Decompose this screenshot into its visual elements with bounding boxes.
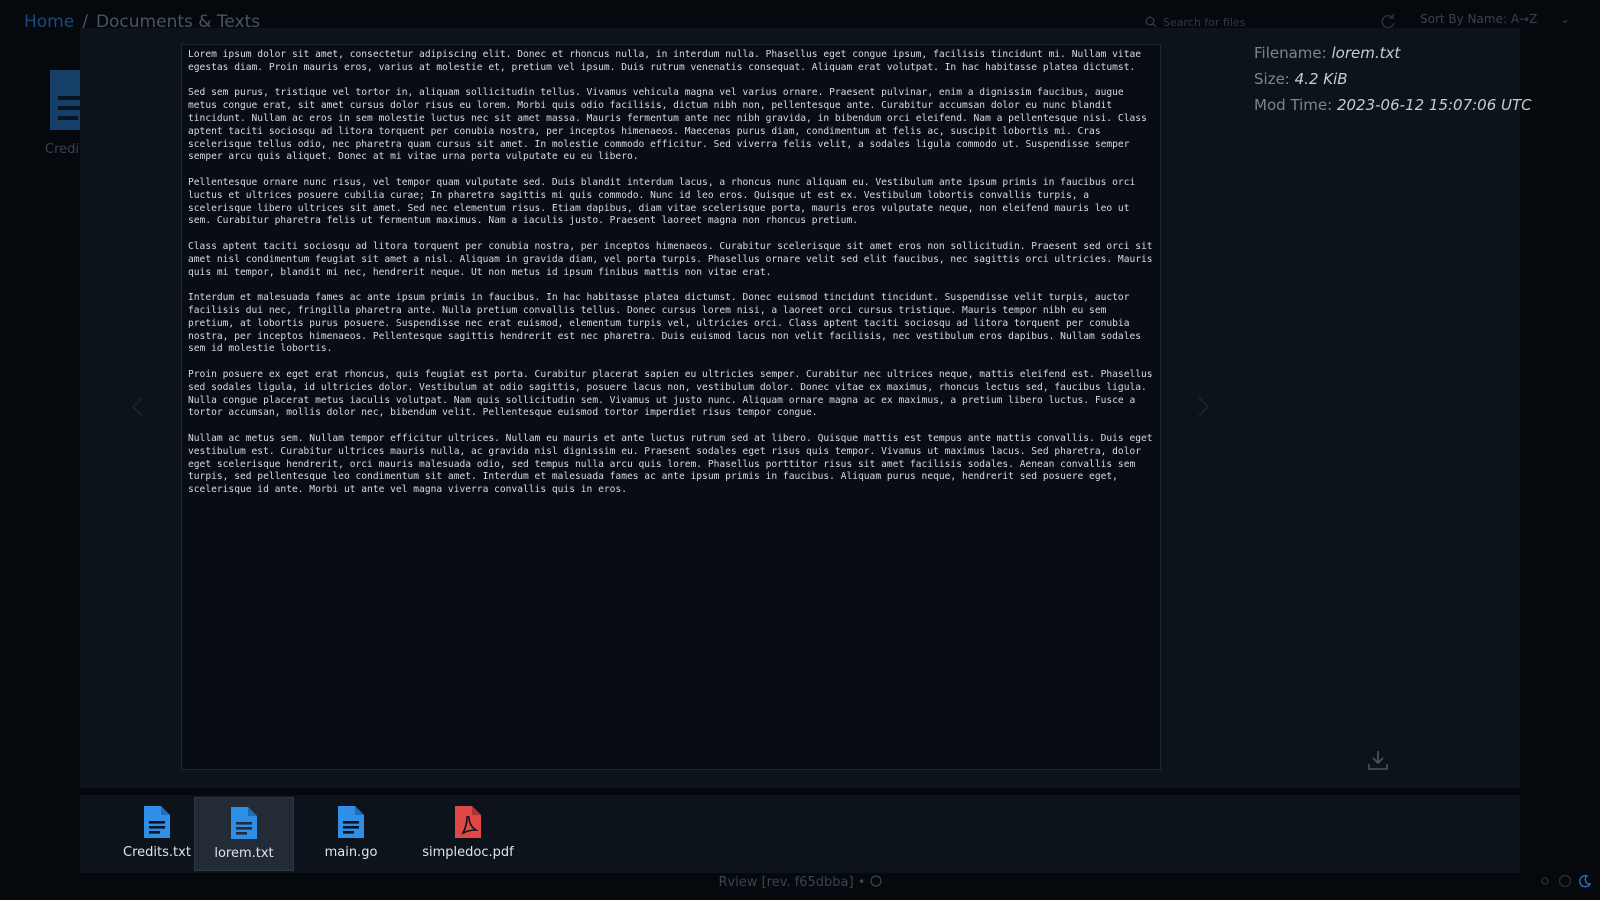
breadcrumb-home-link[interactable]: Home (24, 12, 74, 32)
pdf-file-icon (455, 806, 481, 838)
thumbnail-label: Credits.txt (123, 845, 191, 860)
paragraph: Pellentesque ornare nunc risus, vel temp… (188, 176, 1142, 227)
thumbnail-item[interactable]: Credits.txt (107, 797, 207, 871)
thumbnail-item[interactable]: simpledoc.pdf (408, 797, 528, 871)
modtime-row: Mod Time: 2023-06-12 15:07:06 UTC (1254, 96, 1532, 114)
paragraph: Nullam ac metus sem. Nullam tempor effic… (188, 432, 1159, 496)
modtime-value: 2023-06-12 15:07:06 UTC (1336, 96, 1532, 114)
filename-label: Filename: (1254, 44, 1327, 62)
paragraph: Class aptent taciti sociosqu ad litora t… (188, 240, 1159, 278)
thumbnail-label: main.go (324, 845, 378, 860)
text-viewer[interactable]: Lorem ipsum dolor sit amet, consectetur … (181, 44, 1161, 770)
github-icon[interactable] (869, 875, 882, 887)
thumbnail-item-active[interactable]: lorem.txt (194, 797, 294, 871)
theme-switcher (1538, 874, 1592, 888)
paragraph: Proin posuere ex eget erat rhoncus, quis… (188, 368, 1159, 419)
download-icon[interactable] (1366, 748, 1390, 772)
thumbnail-label: lorem.txt (214, 846, 274, 861)
modtime-label: Mod Time: (1254, 96, 1333, 114)
search-input[interactable] (1163, 15, 1343, 29)
text-content: Lorem ipsum dolor sit amet, consectetur … (188, 49, 1154, 497)
thumbnail-strip: Credits.txt lorem.txt main.go simpledoc.… (80, 795, 1520, 873)
next-arrow-icon[interactable] (1195, 396, 1211, 418)
size-value: 4.2 KiB (1294, 70, 1348, 88)
moon-icon[interactable] (1578, 874, 1592, 888)
footer: Rview [rev. f65dbba] • (0, 875, 1600, 890)
sort-dropdown[interactable]: Sort By Name: A→Z ⌄ (1420, 12, 1570, 26)
filename-value: lorem.txt (1331, 44, 1401, 62)
text-file-icon (338, 806, 364, 838)
sort-label: Sort By Name: A→Z (1420, 12, 1538, 26)
footer-version: Rview [rev. f65dbba] • (718, 875, 866, 890)
paragraph: Sed sem purus, tristique vel tortor in, … (188, 87, 1153, 163)
thumbnail-label: simpledoc.pdf (422, 845, 514, 860)
background-file-label: Credit (45, 142, 85, 157)
thumbnail-item[interactable]: main.go (301, 797, 401, 871)
search-icon (1145, 16, 1157, 28)
text-file-icon (144, 806, 170, 838)
text-file-icon (231, 807, 257, 839)
previous-arrow-icon[interactable] (130, 396, 146, 418)
paragraph: Interdum et malesuada fames ac ante ipsu… (188, 292, 1147, 355)
size-label: Size: (1254, 70, 1290, 88)
file-metadata: Filename: lorem.txt Size: 4.2 KiB Mod Ti… (1254, 44, 1532, 122)
paragraph: Lorem ipsum dolor sit amet, consectetur … (188, 49, 1147, 73)
filename-row: Filename: lorem.txt (1254, 44, 1532, 62)
auto-theme-icon[interactable] (1558, 874, 1572, 888)
size-row: Size: 4.2 KiB (1254, 70, 1532, 88)
sun-icon[interactable] (1538, 874, 1552, 888)
chevron-down-icon: ⌄ (1559, 12, 1570, 26)
